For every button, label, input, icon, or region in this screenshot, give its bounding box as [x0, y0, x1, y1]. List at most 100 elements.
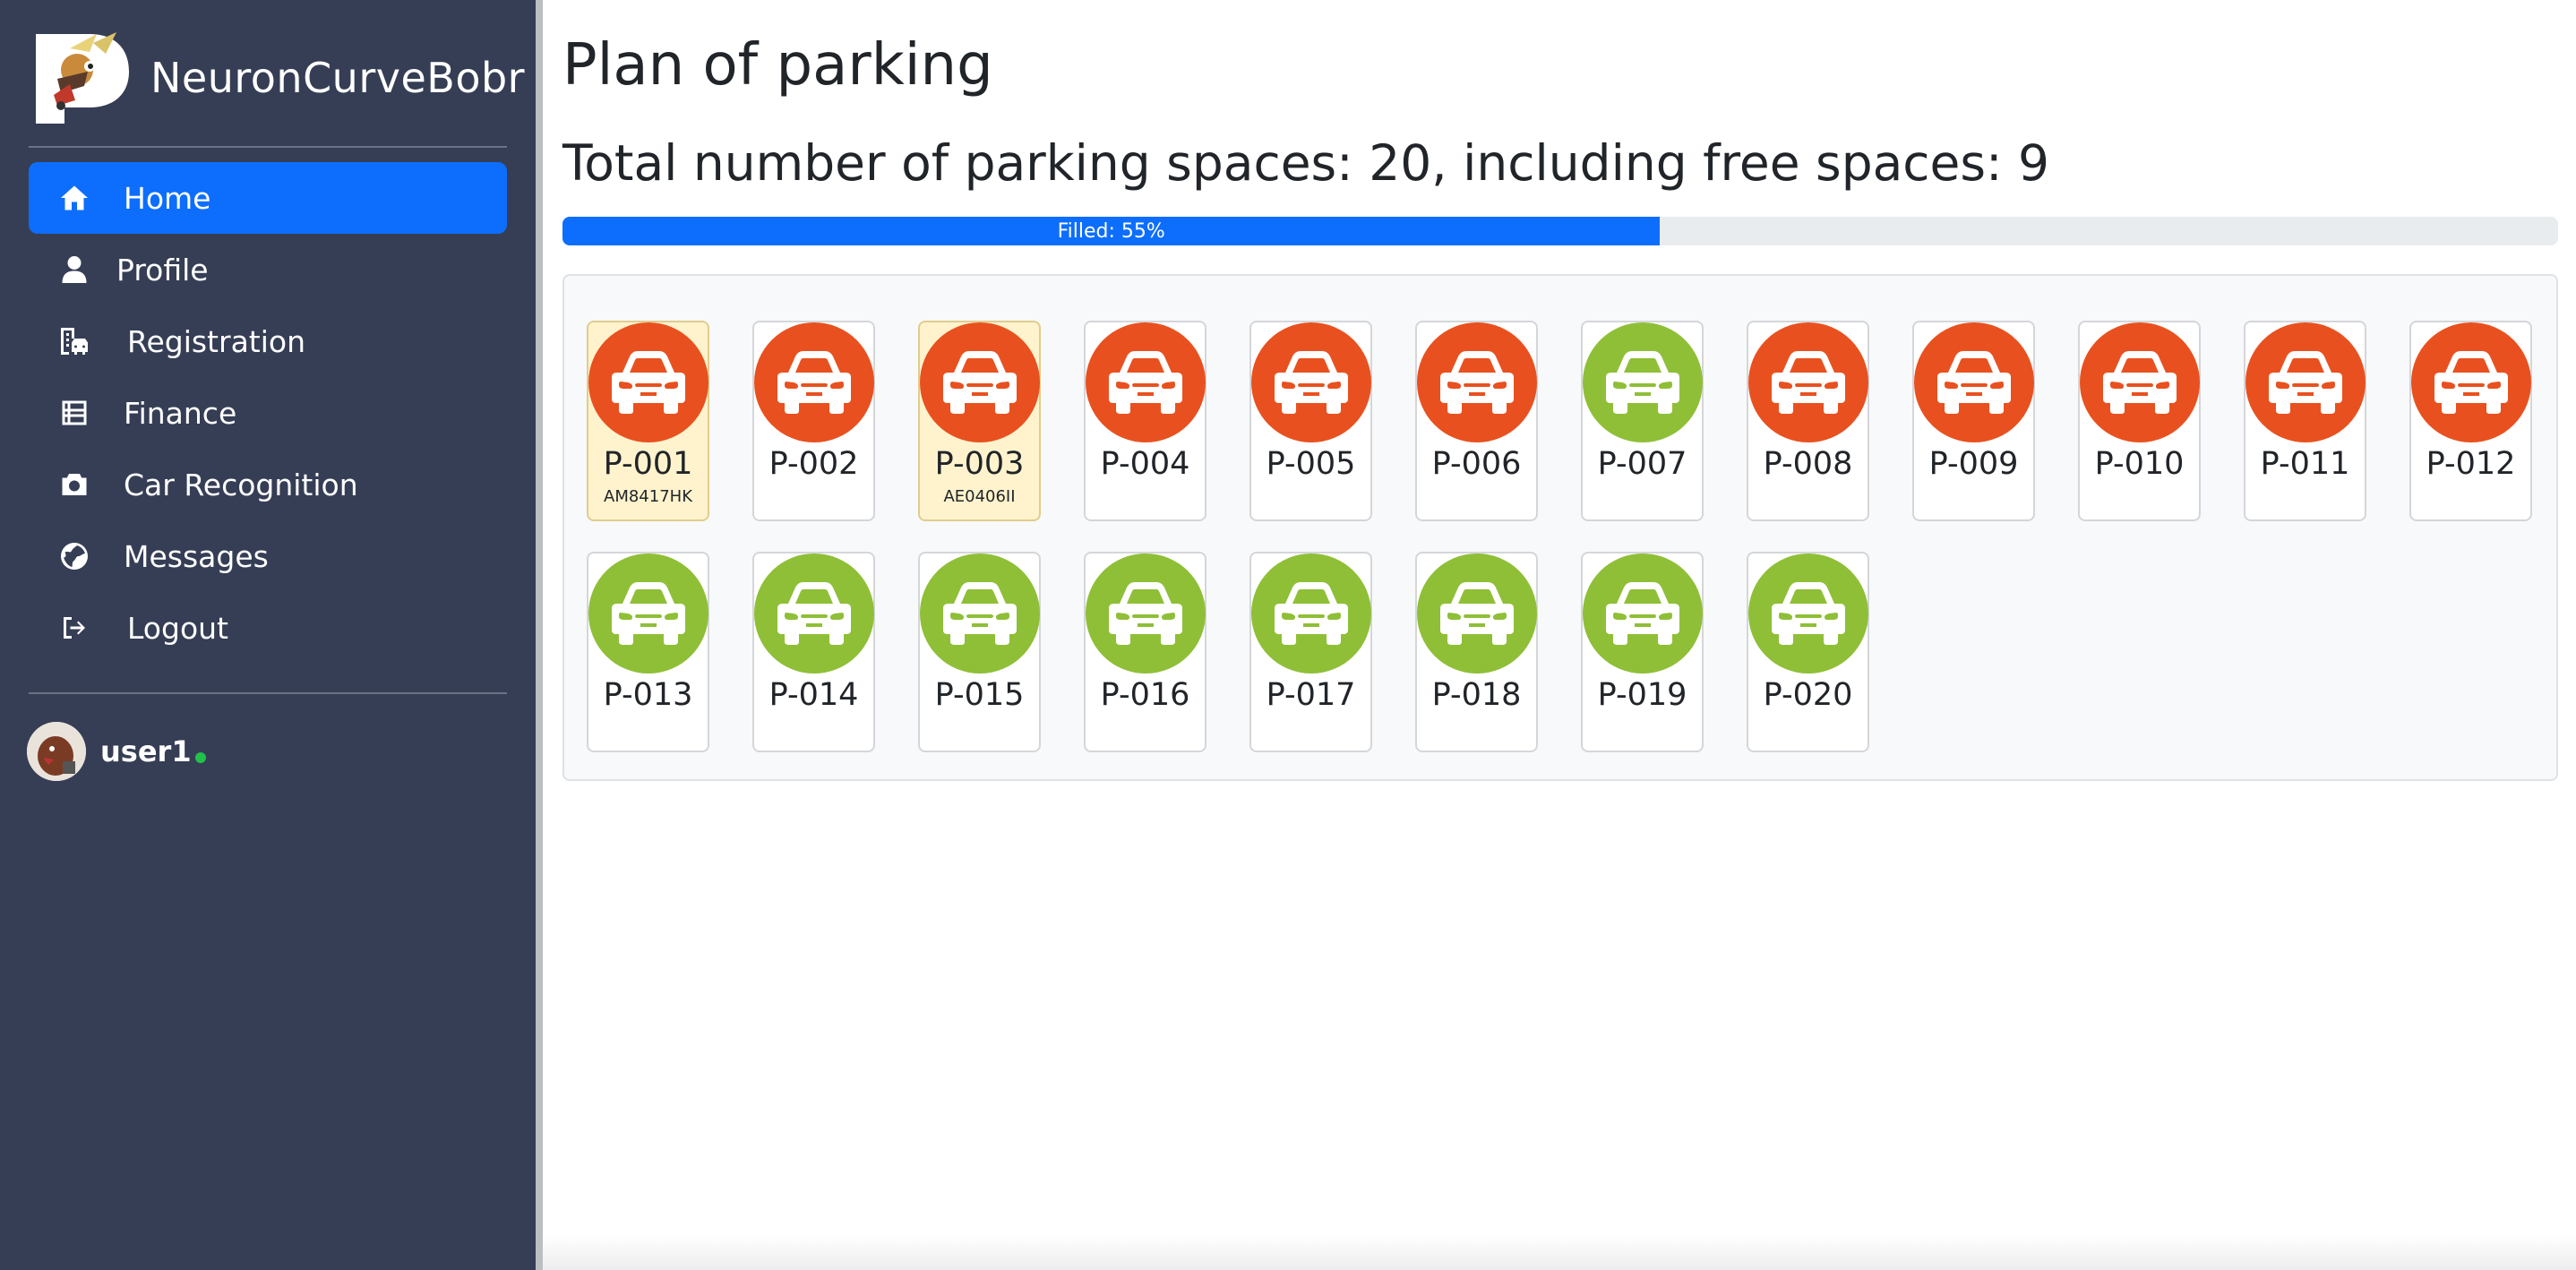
spot-label: P-002: [769, 446, 859, 482]
table-list-icon: [56, 394, 93, 432]
spot-label: P-020: [1763, 677, 1853, 713]
parking-lot: P-001 AM8417HK P-002 P-003 AE0406II P-004 P-00…: [562, 274, 2558, 781]
bottom-shadow: [543, 1234, 2576, 1270]
spot-label: P-012: [2426, 446, 2516, 482]
occupancy-progress: Filled: 55%: [562, 217, 2558, 245]
car-icon: [1250, 553, 1371, 674]
sidebar-item-label: Finance: [124, 395, 237, 431]
parking-spot-p-014[interactable]: P-014: [752, 552, 875, 752]
spot-label: P-007: [1597, 446, 1687, 482]
license-plate: AM8417HK: [604, 487, 692, 506]
spot-label: P-004: [1100, 446, 1190, 482]
parking-spot-p-009[interactable]: P-009: [1912, 321, 2035, 521]
car-icon: [1416, 553, 1537, 674]
parking-spot-p-017[interactable]: P-017: [1249, 552, 1372, 752]
globe-icon: [56, 537, 93, 575]
license-plate: AE0406II: [943, 487, 1016, 506]
brand-name: NeuronCurveBobr: [150, 54, 526, 102]
car-icon: [1747, 322, 1868, 442]
car-icon: [1085, 322, 1206, 442]
sidebar-item-label: Messages: [124, 538, 269, 574]
page-title: Plan of parking: [562, 32, 993, 99]
parking-spot-p-018[interactable]: P-018: [1415, 552, 1538, 752]
parking-summary: Total number of parking spaces: 20, incl…: [562, 134, 2050, 192]
parking-spot-p-002[interactable]: P-002: [752, 321, 875, 521]
parking-spot-p-003[interactable]: P-003 AE0406II: [918, 321, 1041, 521]
brand[interactable]: NeuronCurveBobr: [34, 30, 525, 125]
spot-label: P-013: [603, 677, 693, 713]
brand-logo-icon: [34, 30, 131, 125]
car-icon: [1085, 553, 1206, 674]
spot-label: P-016: [1100, 677, 1190, 713]
spot-label: P-019: [1597, 677, 1687, 713]
progress-label: Filled: 55%: [1057, 219, 1165, 243]
car-icon: [2245, 322, 2366, 442]
car-icon: [2410, 322, 2531, 442]
sidebar-item-profile[interactable]: Profile: [29, 234, 507, 305]
car-icon: [1250, 322, 1371, 442]
parking-grid: P-001 AM8417HK P-002 P-003 AE0406II P-004 P-00…: [587, 321, 2532, 752]
parking-spot-p-020[interactable]: P-020: [1747, 552, 1869, 752]
parking-spot-p-010[interactable]: P-010: [2078, 321, 2201, 521]
spot-label: P-018: [1431, 677, 1522, 713]
user-icon: [56, 251, 93, 288]
sidebar-divider: [29, 692, 507, 694]
parking-spot-p-012[interactable]: P-012: [2409, 321, 2532, 521]
parking-spot-p-004[interactable]: P-004: [1084, 321, 1206, 521]
sidebar-item-label: Registration: [127, 323, 305, 359]
car-icon: [753, 553, 874, 674]
parking-spot-p-008[interactable]: P-008: [1747, 321, 1869, 521]
parking-spot-p-001[interactable]: P-001 AM8417HK: [587, 321, 709, 521]
sidebar-item-messages[interactable]: Messages: [29, 520, 507, 592]
parking-spot-p-019[interactable]: P-019: [1581, 552, 1704, 752]
parking-spot-p-015[interactable]: P-015: [918, 552, 1041, 752]
spot-label: P-003: [934, 446, 1025, 482]
sidebar-item-logout[interactable]: Logout: [29, 592, 507, 664]
car-icon: [1747, 553, 1868, 674]
username: user1: [100, 734, 192, 768]
spot-label: P-008: [1763, 446, 1853, 482]
spot-label: P-011: [2260, 446, 2350, 482]
sidebar: NeuronCurveBobr Home Profile Registratio…: [0, 0, 543, 1270]
sidebar-item-label: Logout: [127, 610, 228, 646]
parking-spot-p-005[interactable]: P-005: [1249, 321, 1372, 521]
parking-spot-p-016[interactable]: P-016: [1084, 552, 1206, 752]
sidebar-divider: [29, 146, 507, 148]
online-status-icon: [194, 752, 206, 763]
sidebar-nav: Home Profile Registration Finance Car Re…: [29, 162, 507, 664]
spot-label: P-015: [934, 677, 1025, 713]
car-icon: [919, 322, 1040, 442]
parking-spot-p-007[interactable]: P-007: [1581, 321, 1704, 521]
sidebar-item-car-recognition[interactable]: Car Recognition: [29, 449, 507, 520]
camera-icon: [56, 466, 93, 503]
spot-label: P-005: [1266, 446, 1356, 482]
logout-icon: [56, 609, 93, 647]
car-icon: [1582, 553, 1703, 674]
spot-label: P-009: [1928, 446, 2019, 482]
car-icon: [588, 322, 708, 442]
sidebar-item-home[interactable]: Home: [29, 162, 507, 234]
sidebar-item-label: Car Recognition: [124, 467, 358, 502]
spot-label: P-001: [603, 446, 693, 482]
progress-bar: Filled: 55%: [562, 217, 1661, 245]
avatar: [27, 722, 86, 781]
spot-label: P-006: [1431, 446, 1522, 482]
car-icon: [2079, 322, 2200, 442]
spot-label: P-017: [1266, 677, 1356, 713]
parking-spot-p-006[interactable]: P-006: [1415, 321, 1538, 521]
sidebar-item-finance[interactable]: Finance: [29, 377, 507, 449]
car-icon: [753, 322, 874, 442]
parking-spot-p-011[interactable]: P-011: [2244, 321, 2366, 521]
sidebar-item-label: Home: [124, 180, 211, 216]
parking-spot-p-013[interactable]: P-013: [587, 552, 709, 752]
car-icon: [588, 553, 708, 674]
home-icon: [56, 179, 93, 217]
car-icon: [1913, 322, 2034, 442]
building-car-icon: [56, 322, 93, 360]
spot-label: P-010: [2094, 446, 2185, 482]
spot-label: P-014: [769, 677, 859, 713]
car-icon: [1582, 322, 1703, 442]
user-profile[interactable]: user1: [27, 722, 206, 781]
car-icon: [1416, 322, 1537, 442]
sidebar-item-registration[interactable]: Registration: [29, 305, 507, 377]
